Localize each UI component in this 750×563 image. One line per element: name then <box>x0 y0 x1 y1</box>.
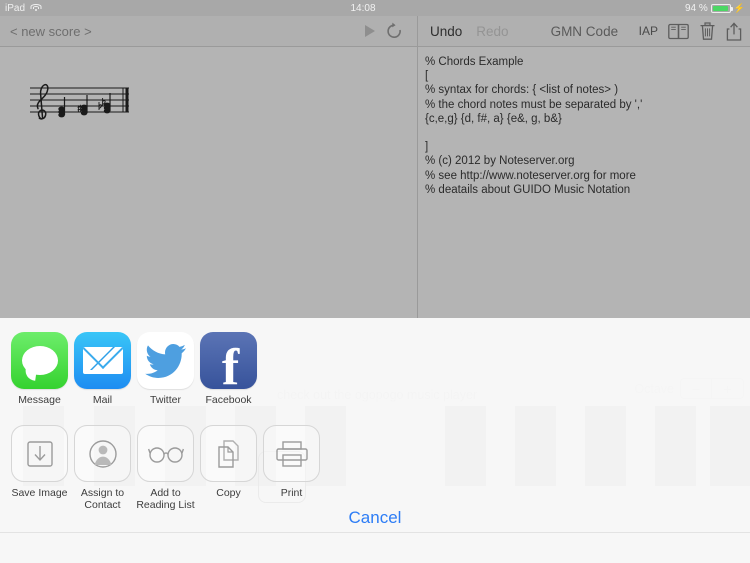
toolbar-right-section: Undo Redo GMN Code IAP <box>418 16 750 46</box>
toolbar-left-section: < new score > <box>0 16 418 46</box>
action-label: Print <box>280 487 303 499</box>
music-staff-treble-clef <box>28 74 133 130</box>
status-bar-left: iPad <box>5 2 42 14</box>
save-image-icon[interactable] <box>11 425 68 482</box>
share-target-label: Mail <box>92 394 113 406</box>
share-sheet: Message Mail Twitter f Facebook Save Ima… <box>0 318 750 563</box>
mail-envelope-icon[interactable] <box>74 332 131 389</box>
status-bar: iPad 14:08 94 % ⚡ <box>0 0 750 16</box>
action-save-image[interactable]: Save Image <box>8 425 71 520</box>
share-target-label: Facebook <box>205 394 252 406</box>
share-target-label: Message <box>18 394 61 406</box>
action-print[interactable]: Print <box>260 425 323 520</box>
wifi-icon <box>30 3 42 13</box>
app-toolbar: < new score > Undo Redo GMN Code IAP <box>0 16 750 47</box>
action-add-to-reading-list[interactable]: Add to Reading List <box>134 425 197 520</box>
action-copy[interactable]: Copy <box>197 425 260 520</box>
share-target-facebook[interactable]: f Facebook <box>197 332 260 427</box>
gmn-code-text[interactable]: % Chords Example [ % syntax for chords: … <box>425 55 744 197</box>
facebook-f-icon[interactable]: f <box>200 332 257 389</box>
score-preview-pane[interactable] <box>0 47 418 318</box>
undo-button[interactable]: Undo <box>430 24 462 39</box>
iap-button[interactable]: IAP <box>639 24 658 38</box>
share-target-label: Twitter <box>150 394 181 406</box>
share-actions-row: Save Image Assign to Contact Add to Read… <box>0 425 750 520</box>
lightning-bolt-icon: ⚡ <box>733 2 745 13</box>
glasses-icon[interactable] <box>137 425 194 482</box>
status-bar-clock: 14:08 <box>350 2 376 14</box>
play-icon[interactable] <box>359 19 381 43</box>
redo-button: Redo <box>476 23 509 39</box>
status-bar-right: 94 % ⚡ <box>685 3 745 14</box>
twitter-bird-icon[interactable] <box>137 332 194 389</box>
reload-icon[interactable] <box>381 19 407 43</box>
copy-pages-icon[interactable] <box>200 425 257 482</box>
cancel-button[interactable]: Cancel <box>0 508 750 528</box>
message-bubble-icon[interactable] <box>11 332 68 389</box>
battery-percent-label: 94 % <box>684 2 708 14</box>
trash-icon[interactable] <box>699 21 716 41</box>
share-target-twitter[interactable]: Twitter <box>134 332 197 427</box>
gmn-code-editor[interactable]: % Chords Example [ % syntax for chords: … <box>419 47 750 318</box>
share-target-mail[interactable]: Mail <box>71 332 134 427</box>
battery-icon <box>710 3 733 13</box>
share-target-message[interactable]: Message <box>8 332 71 427</box>
action-assign-to-contact[interactable]: Assign to Contact <box>71 425 134 520</box>
score-title-button[interactable]: < new score > <box>10 24 359 39</box>
device-name: iPad <box>5 2 26 14</box>
gmn-code-button[interactable]: GMN Code <box>551 24 619 39</box>
share-targets-row: Message Mail Twitter f Facebook <box>0 332 750 427</box>
book-icon[interactable] <box>668 23 689 40</box>
action-label: Copy <box>216 487 241 499</box>
contact-person-icon[interactable] <box>74 425 131 482</box>
share-icon[interactable] <box>726 21 742 41</box>
action-label: Save Image <box>11 487 68 499</box>
printer-icon[interactable] <box>263 425 320 482</box>
